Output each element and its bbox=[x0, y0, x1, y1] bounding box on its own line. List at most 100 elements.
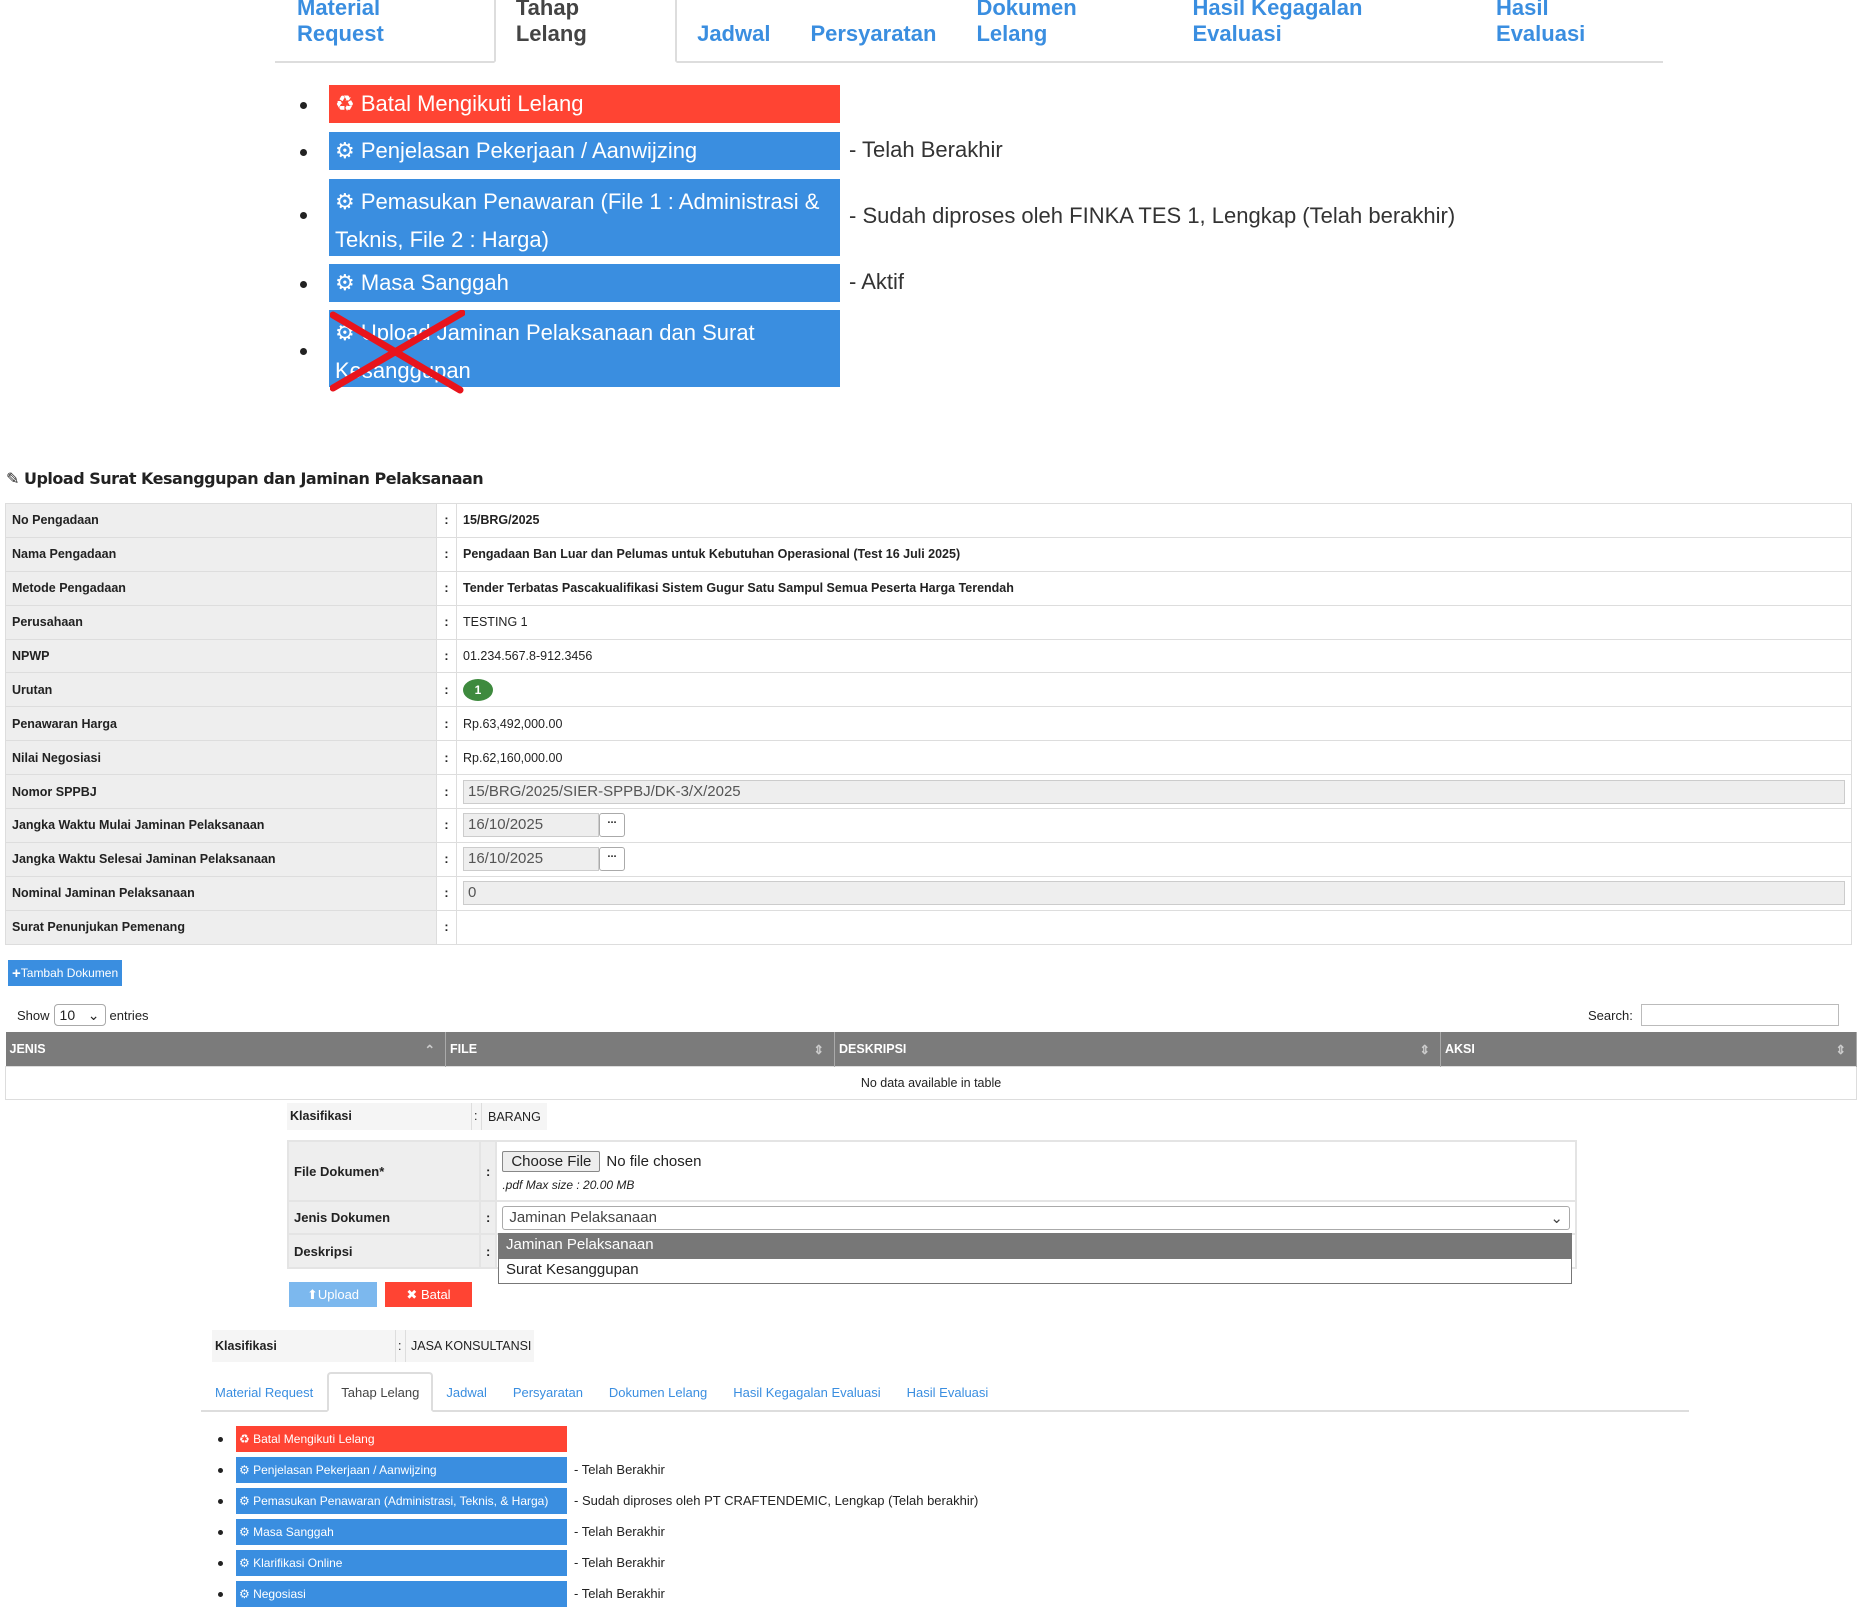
choose-file-button[interactable]: Choose File bbox=[502, 1150, 601, 1172]
table-row: Surat Penunjukan Pemenang: bbox=[5, 909, 1852, 945]
value: 01.234.567.8-912.3456 bbox=[456, 638, 1852, 674]
step-status: - Telah Berakhir bbox=[849, 137, 1003, 162]
gears-icon: ⚙ bbox=[335, 138, 361, 163]
step-item: ⚙ Pemasukan Penawaran (Administrasi, Tek… bbox=[218, 1488, 1118, 1514]
tab-persyaratan[interactable]: Persyaratan bbox=[500, 1374, 596, 1410]
mulai-date-input[interactable]: 16/10/2025 bbox=[463, 813, 599, 838]
info-table: No Pengadaan:15/BRG/2025 Nama Pengadaan:… bbox=[5, 503, 1852, 945]
documents-table: JENIS ⌃ FILE ⇕ DESKRIPSI ⇕ AKSI ⇕ No data av… bbox=[5, 1032, 1857, 1100]
bullet bbox=[218, 1437, 223, 1442]
aanwijzing-button[interactable]: ⚙ Penjelasan Pekerjaan / Aanwijzing bbox=[329, 132, 840, 170]
column-header-deskripsi[interactable]: DESKRIPSI ⇕ bbox=[834, 1032, 1441, 1066]
value bbox=[456, 909, 1852, 945]
recycle-icon: ♻ bbox=[335, 91, 361, 116]
tab-dokumen-lelang[interactable]: Dokumen Lelang bbox=[596, 1374, 720, 1410]
tab-persyaratan[interactable]: Persyaratan bbox=[790, 5, 956, 61]
tab-tahap-lelang[interactable]: Tahap Lelang bbox=[493, 0, 678, 63]
date-picker-button[interactable]: ... bbox=[599, 847, 625, 872]
step-button[interactable]: ⚙ Pemasukan Penawaran (Administrasi, Tek… bbox=[236, 1488, 567, 1514]
option-surat-kesanggupan[interactable]: Surat Kesanggupan bbox=[499, 1259, 1571, 1283]
column-header-aksi[interactable]: AKSI ⇕ bbox=[1440, 1032, 1857, 1066]
table-row: Metode Pengadaan: Tender Terbatas Pascaku… bbox=[5, 570, 1852, 606]
jenis-dokumen-select[interactable]: Jaminan Pelaksanaan ⌄ bbox=[502, 1205, 1570, 1230]
sppbj-input[interactable]: 15/BRG/2025/SIER-SPPBJ/DK-3/X/2025 bbox=[463, 779, 1845, 804]
edit-icon: ✎ bbox=[6, 469, 24, 488]
selesai-date-input[interactable]: 16/10/2025 bbox=[463, 847, 599, 872]
colon: : bbox=[396, 1330, 406, 1362]
colon: : bbox=[436, 740, 457, 776]
label: Nomor SPPBJ bbox=[5, 774, 437, 810]
empty-message: No data available in table bbox=[5, 1065, 1857, 1100]
date-picker-button[interactable]: ... bbox=[599, 813, 625, 838]
tambah-dokumen-button[interactable]: + Tambah Dokumen bbox=[8, 960, 123, 986]
step-item: ♻ Batal Mengikuti Lelang bbox=[218, 1426, 1118, 1452]
step-label: Masa Sanggah bbox=[253, 1525, 334, 1539]
label: Nilai Negosiasi bbox=[5, 740, 437, 776]
gears-icon: ⚙ bbox=[335, 270, 361, 295]
colon: : bbox=[436, 604, 457, 640]
column-header-jenis[interactable]: JENIS ⌃ bbox=[5, 1032, 446, 1066]
label: No Pengadaan bbox=[5, 503, 437, 538]
bullet bbox=[300, 212, 307, 219]
tab-material-request[interactable]: Material Request bbox=[275, 0, 494, 61]
tab-hasil-evaluasi[interactable]: Hasil Evaluasi bbox=[1476, 0, 1663, 61]
step-label: Pemasukan Penawaran (File 1 : Administra… bbox=[335, 189, 820, 252]
step-status: - Sudah diproses oleh PT CRAFTENDEMIC, L… bbox=[574, 1493, 979, 1508]
option-jaminan-pelaksanaan[interactable]: Jaminan Pelaksanaan bbox=[499, 1234, 1571, 1259]
bottom-tabs: Material Request Tahap Lelang Jadwal Per… bbox=[201, 1372, 1689, 1412]
pemasukan-penawaran-button[interactable]: ⚙ Pemasukan Penawaran (File 1 : Administ… bbox=[329, 179, 840, 256]
step-label: Pemasukan Penawaran (Administrasi, Tekni… bbox=[253, 1494, 549, 1508]
batal-button[interactable]: ✖ Batal bbox=[385, 1282, 472, 1307]
upload-button[interactable]: ⬆ Upload bbox=[289, 1282, 377, 1307]
bullet bbox=[300, 348, 307, 355]
tab-material-request[interactable]: Material Request bbox=[201, 1374, 327, 1410]
value: Rp.63,492,000.00 bbox=[456, 706, 1852, 742]
entries-select[interactable]: 10 ⌄ bbox=[53, 1004, 106, 1026]
step-status: - Telah Berakhir bbox=[574, 1462, 665, 1477]
column-header-file[interactable]: FILE ⇕ bbox=[445, 1032, 835, 1066]
step-button[interactable]: ♻ Batal Mengikuti Lelang bbox=[236, 1426, 567, 1452]
colon: : bbox=[436, 536, 457, 572]
section-title-text: Upload Surat Kesanggupan dan Jaminan Pel… bbox=[23, 469, 484, 488]
tab-jadwal[interactable]: Jadwal bbox=[433, 1374, 499, 1410]
gears-icon: ⚙ bbox=[239, 1494, 254, 1508]
masa-sanggah-button[interactable]: ⚙ Masa Sanggah bbox=[329, 264, 840, 302]
tab-hasil-kegagalan-evaluasi[interactable]: Hasil Kegagalan Evaluasi bbox=[720, 1374, 893, 1410]
bullet bbox=[218, 1561, 223, 1566]
colon: : bbox=[436, 808, 457, 843]
step-label: Masa Sanggah bbox=[360, 270, 509, 295]
step-button[interactable]: ⚙ Klarifikasi Online bbox=[236, 1550, 567, 1576]
tab-hasil-kegagalan-evaluasi[interactable]: Hasil Kegagalan Evaluasi bbox=[1172, 0, 1476, 61]
batal-mengikuti-lelang-button[interactable]: ♻ Batal Mengikuti Lelang bbox=[329, 85, 840, 123]
step-label: Penjelasan Pekerjaan / Aanwijzing bbox=[360, 138, 698, 163]
step-label: Penjelasan Pekerjaan / Aanwijzing bbox=[253, 1463, 437, 1477]
tab-jadwal[interactable]: Jadwal bbox=[677, 5, 790, 61]
chevron-down-icon: ⌄ bbox=[1550, 1209, 1563, 1227]
step-label: Batal Mengikuti Lelang bbox=[360, 91, 584, 116]
label: Surat Penunjukan Pemenang bbox=[5, 909, 437, 945]
search-area: Search: bbox=[1588, 1004, 1839, 1026]
gears-icon: ⚙ bbox=[335, 189, 361, 214]
label: Jenis Dokumen bbox=[287, 1200, 481, 1235]
step-button[interactable]: ⚙ Negosiasi bbox=[236, 1581, 567, 1607]
entries-control: Show 10 ⌄ entries bbox=[17, 1004, 149, 1026]
bullet bbox=[300, 149, 307, 156]
sort-icon: ⇕ bbox=[1419, 1042, 1430, 1057]
tab-hasil-evaluasi[interactable]: Hasil Evaluasi bbox=[894, 1374, 1002, 1410]
nominal-input[interactable]: 0 bbox=[463, 881, 1845, 906]
step-item: ⚙ Negosiasi - Telah Berakhir bbox=[218, 1581, 1118, 1607]
step-button[interactable]: ⚙ Masa Sanggah bbox=[236, 1519, 567, 1545]
step-item: ⚙ Penjelasan Pekerjaan / Aanwijzing - Tel… bbox=[218, 1457, 1118, 1483]
step-status: - Sudah diproses oleh FINKA TES 1, Lengk… bbox=[849, 203, 1456, 228]
step-button[interactable]: ⚙ Penjelasan Pekerjaan / Aanwijzing bbox=[236, 1457, 567, 1483]
search-input[interactable] bbox=[1640, 1004, 1839, 1026]
step-label: Batal Mengikuti Lelang bbox=[253, 1432, 375, 1446]
label: NPWP bbox=[5, 638, 437, 674]
tab-dokumen-lelang[interactable]: Dokumen Lelang bbox=[956, 0, 1172, 61]
colon: : bbox=[436, 909, 457, 945]
gears-icon: ⚙ bbox=[239, 1556, 254, 1570]
step-status: - Aktif bbox=[849, 269, 905, 294]
label: Jangka Waktu Selesai Jaminan Pelaksanaan bbox=[5, 841, 437, 877]
table-row: NPWP:01.234.567.8-912.3456 bbox=[5, 638, 1852, 674]
tab-tahap-lelang[interactable]: Tahap Lelang bbox=[327, 1372, 434, 1412]
